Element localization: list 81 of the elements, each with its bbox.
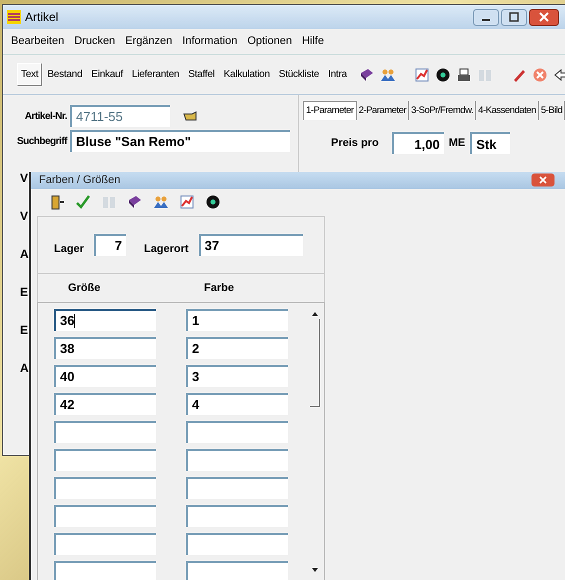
color-field[interactable]	[186, 477, 288, 499]
field-label: A	[20, 360, 29, 377]
menu-item[interactable]: Optionen	[247, 33, 292, 50]
field-label: Lagerort	[144, 242, 189, 257]
unit-field[interactable]: Stk	[470, 132, 510, 154]
size-field[interactable]	[54, 449, 156, 471]
unit-label: ME	[448, 136, 466, 151]
color-field[interactable]	[186, 421, 288, 443]
tab[interactable]: 5-Bild	[538, 101, 565, 120]
column-header: Größe	[67, 280, 102, 296]
color-field[interactable]	[186, 505, 288, 527]
people-icon[interactable]	[380, 66, 396, 82]
exit-door-icon[interactable]	[49, 194, 65, 210]
menu-item[interactable]: Ergänzen	[125, 33, 172, 50]
view-button[interactable]: Text	[17, 63, 42, 86]
view-button[interactable]: Stückliste	[274, 63, 324, 86]
checkmark-icon[interactable]	[75, 194, 91, 210]
color-field[interactable]	[186, 561, 288, 580]
view-button[interactable]: Staffel	[184, 63, 219, 86]
color-field[interactable]	[186, 533, 288, 555]
menu-item[interactable]: Information	[182, 33, 238, 50]
text-cursor	[74, 314, 76, 328]
arrow-left-icon[interactable]	[552, 66, 565, 82]
disc-icon[interactable]	[205, 194, 221, 210]
field-label: Suchbegriff	[16, 134, 67, 148]
column-header: Farbe	[203, 280, 234, 296]
storage-field[interactable]: 7	[94, 234, 126, 256]
field-label: V	[20, 208, 28, 225]
chart-icon[interactable]	[414, 66, 430, 82]
size-field[interactable]	[54, 561, 156, 580]
color-field[interactable]: 2	[186, 337, 288, 359]
book-icon[interactable]	[358, 66, 375, 82]
disc-icon[interactable]	[434, 66, 451, 82]
location-field[interactable]: 37	[198, 234, 303, 256]
color-field[interactable]: 4	[186, 393, 288, 415]
view-button[interactable]: Lieferanten	[128, 63, 184, 86]
text-field[interactable]: Bluse "San Remo"	[70, 130, 290, 152]
maximize-icon[interactable]	[501, 8, 527, 26]
field-label: E	[20, 284, 28, 301]
color-field[interactable]	[186, 449, 288, 471]
window-title: Artikel	[25, 9, 58, 26]
close-icon[interactable]	[531, 173, 555, 188]
book-icon[interactable]	[127, 194, 143, 210]
view-button[interactable]: Intra	[324, 63, 351, 86]
color-field[interactable]: 3	[186, 365, 288, 387]
tab[interactable]: 3-SoPr/Fremdw.	[409, 101, 476, 120]
people-icon[interactable]	[153, 194, 169, 210]
menu-item[interactable]: Drucken	[74, 33, 116, 50]
chart-icon[interactable]	[179, 194, 195, 210]
size-field[interactable]: 42	[54, 393, 156, 415]
printer-icon[interactable]	[456, 66, 472, 82]
scroll-thumb[interactable]	[310, 319, 320, 407]
tab[interactable]: 2-Parameter	[356, 101, 410, 120]
close-icon[interactable]	[529, 8, 559, 26]
field-label: E	[20, 322, 28, 339]
price-field[interactable]: 1,00	[392, 132, 444, 154]
field-label: Artikel-Nr.	[24, 110, 67, 124]
dialog-title: Farben / Größen	[39, 173, 120, 188]
menu-item[interactable]: Bearbeiten	[11, 33, 64, 50]
field-label: V	[20, 170, 28, 187]
app-logo-icon	[7, 10, 21, 24]
size-field[interactable]	[54, 421, 156, 443]
size-field[interactable]	[54, 505, 156, 527]
view-button[interactable]: Kalkulation	[220, 63, 274, 86]
text-field[interactable]: 4711-55	[70, 105, 170, 127]
cancel-icon[interactable]	[532, 66, 548, 82]
menu-item[interactable]: Hilfe	[302, 33, 324, 50]
field-label: Preis pro	[331, 136, 379, 151]
field-label: Lager	[54, 242, 84, 257]
color-field[interactable]: 1	[186, 309, 288, 331]
size-field[interactable]: 36	[54, 309, 156, 331]
tab[interactable]: 1-Parameter	[303, 101, 357, 120]
field-label: A	[20, 246, 29, 263]
view-button[interactable]: Einkauf	[87, 63, 127, 86]
tab[interactable]: 4-Kassendaten	[476, 101, 539, 120]
size-field[interactable]: 40	[54, 365, 156, 387]
minimize-icon[interactable]	[473, 8, 499, 26]
size-field[interactable]: 38	[54, 337, 156, 359]
view-button[interactable]: Bestand	[43, 63, 86, 86]
size-field[interactable]	[54, 533, 156, 555]
size-field[interactable]	[54, 477, 156, 499]
